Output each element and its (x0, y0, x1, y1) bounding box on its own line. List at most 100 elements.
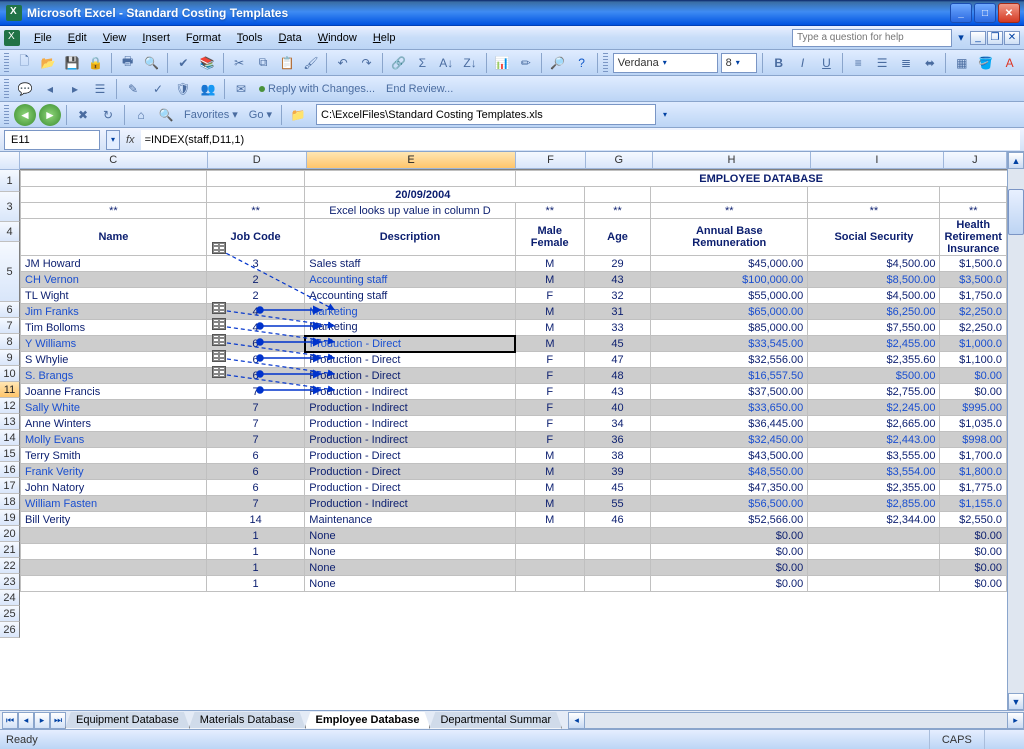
cell-code[interactable]: 7 (206, 416, 304, 432)
cell-base[interactable]: $45,000.00 (651, 256, 808, 272)
cell-name[interactable]: William Fasten (21, 496, 207, 512)
cell-age[interactable]: 47 (584, 352, 651, 368)
cell-desc[interactable]: Production - Indirect (305, 416, 515, 432)
col-header-i[interactable]: I (811, 152, 944, 169)
cell-ss[interactable]: $2,443.00 (808, 432, 940, 448)
cell-base[interactable]: $32,450.00 (651, 432, 808, 448)
print-button[interactable]: 🖶 (117, 52, 138, 74)
italic-button[interactable]: I (792, 52, 813, 74)
cell-mf[interactable]: F (515, 368, 584, 384)
cell-ss[interactable] (808, 528, 940, 544)
col-header-j[interactable]: J (944, 152, 1007, 169)
cell-code[interactable]: 14 (206, 512, 304, 528)
row-header[interactable]: 13 (0, 414, 20, 430)
vertical-scrollbar[interactable]: ▲ ▼ (1007, 152, 1024, 710)
ink-button[interactable]: ✎ (122, 78, 144, 100)
cell-desc[interactable]: None (305, 576, 515, 592)
row-header[interactable]: 21 (0, 542, 20, 558)
cell-ss[interactable]: $2,665.00 (808, 416, 940, 432)
scroll-right-button[interactable]: ▸ (1007, 712, 1024, 729)
cell-hi[interactable]: $995.00 (940, 400, 1007, 416)
cell-ss[interactable] (808, 544, 940, 560)
cell-ss[interactable]: $4,500.00 (808, 288, 940, 304)
name-box-dropdown[interactable]: ▾ (106, 130, 120, 150)
cell-mf[interactable]: M (515, 464, 584, 480)
cell-ss[interactable]: $3,554.00 (808, 464, 940, 480)
font-color-button[interactable]: A (999, 52, 1020, 74)
cell-base[interactable]: $0.00 (651, 528, 808, 544)
cell-mf[interactable]: M (515, 512, 584, 528)
row-header[interactable]: 4 (0, 222, 20, 242)
toolbar-grip-icon[interactable] (4, 79, 9, 99)
web-back-button[interactable]: ◄ (14, 104, 36, 126)
doc-restore-button[interactable]: ❐ (987, 31, 1003, 45)
cell-age[interactable]: 45 (584, 480, 651, 496)
cell-mf[interactable]: M (515, 272, 584, 288)
cell-hi[interactable]: $0.00 (940, 368, 1007, 384)
col-header-f[interactable]: F (516, 152, 585, 169)
toolbar-grip-icon[interactable] (4, 105, 9, 125)
cell-base[interactable]: $36,445.00 (651, 416, 808, 432)
undo-button[interactable]: ↶ (332, 52, 353, 74)
cell-base[interactable]: $32,556.00 (651, 352, 808, 368)
cell-base[interactable]: $55,000.00 (651, 288, 808, 304)
sheet-tab-departmental[interactable]: Departmental Summar (429, 712, 562, 729)
new-button[interactable]: 🗋 (14, 52, 35, 74)
menu-view[interactable]: View (95, 29, 135, 47)
zoom-button[interactable]: 🔎 (547, 52, 568, 74)
cell-mf[interactable] (515, 528, 584, 544)
cell-ss[interactable]: $500.00 (808, 368, 940, 384)
cell-base[interactable]: $43,500.00 (651, 448, 808, 464)
row-header[interactable]: 5 (0, 242, 20, 302)
cell-age[interactable]: 40 (584, 400, 651, 416)
cell-age[interactable]: 55 (584, 496, 651, 512)
cell-ss[interactable]: $7,550.00 (808, 320, 940, 336)
sort-desc-button[interactable]: Z↓ (460, 52, 481, 74)
cell-mf[interactable]: F (515, 352, 584, 368)
row-header[interactable]: 22 (0, 558, 20, 574)
track-changes-button[interactable]: ✓ (147, 78, 169, 100)
cell-desc[interactable]: Accounting staff (305, 272, 515, 288)
cell-mf[interactable]: M (515, 256, 584, 272)
workbook-icon[interactable] (4, 30, 20, 46)
row-header[interactable]: 17 (0, 478, 20, 494)
sheet-tab-equipment[interactable]: Equipment Database (65, 712, 190, 729)
help-dropdown-icon[interactable]: ▾ (955, 31, 967, 44)
cell-base[interactable]: $100,000.00 (651, 272, 808, 288)
cell-name[interactable]: S Whylie (21, 352, 207, 368)
sheet-tab-materials[interactable]: Materials Database (189, 712, 306, 729)
reply-changes-button[interactable]: Reply with Changes... (255, 83, 379, 95)
cell-desc[interactable]: Production - Direct (305, 368, 515, 384)
cell-age[interactable]: 36 (584, 432, 651, 448)
cell-name[interactable]: Terry Smith (21, 448, 207, 464)
cell-code[interactable]: 7 (206, 400, 304, 416)
scroll-down-button[interactable]: ▼ (1008, 693, 1024, 710)
cell-hi[interactable]: $1,800.0 (940, 464, 1007, 480)
cell-age[interactable] (584, 544, 651, 560)
cell-area[interactable]: EMPLOYEE DATABASE 20/09/2004 ** ** Excel… (20, 170, 1007, 592)
doc-minimize-button[interactable]: _ (970, 31, 986, 45)
cell-hi[interactable]: $0.00 (940, 544, 1007, 560)
row-header[interactable]: 6 (0, 302, 20, 318)
cell-base[interactable]: $56,500.00 (651, 496, 808, 512)
menu-data[interactable]: Data (270, 29, 309, 47)
cell-code[interactable]: 6 (206, 480, 304, 496)
cell-name[interactable]: Jim Franks (21, 304, 207, 320)
cell-code[interactable]: 1 (206, 560, 304, 576)
new-comment-button[interactable]: 💬 (14, 78, 36, 100)
cell-mf[interactable]: F (515, 384, 584, 400)
cell-base[interactable]: $33,545.00 (651, 336, 808, 352)
cell-desc[interactable]: Maintenance (305, 512, 515, 528)
cell-name[interactable]: John Natory (21, 480, 207, 496)
row-header[interactable]: 9 (0, 350, 20, 366)
cell-mf[interactable] (515, 576, 584, 592)
cell-base[interactable]: $65,000.00 (651, 304, 808, 320)
cell-desc[interactable]: Production - Indirect (305, 432, 515, 448)
cell-hi[interactable]: $1,100.0 (940, 352, 1007, 368)
cell-age[interactable]: 33 (584, 320, 651, 336)
menu-window[interactable]: Window (310, 29, 365, 47)
row-header[interactable]: 25 (0, 606, 20, 622)
cell-code[interactable]: 2 (206, 288, 304, 304)
cell-name[interactable] (21, 576, 207, 592)
merge-center-button[interactable]: ⬌ (920, 52, 941, 74)
